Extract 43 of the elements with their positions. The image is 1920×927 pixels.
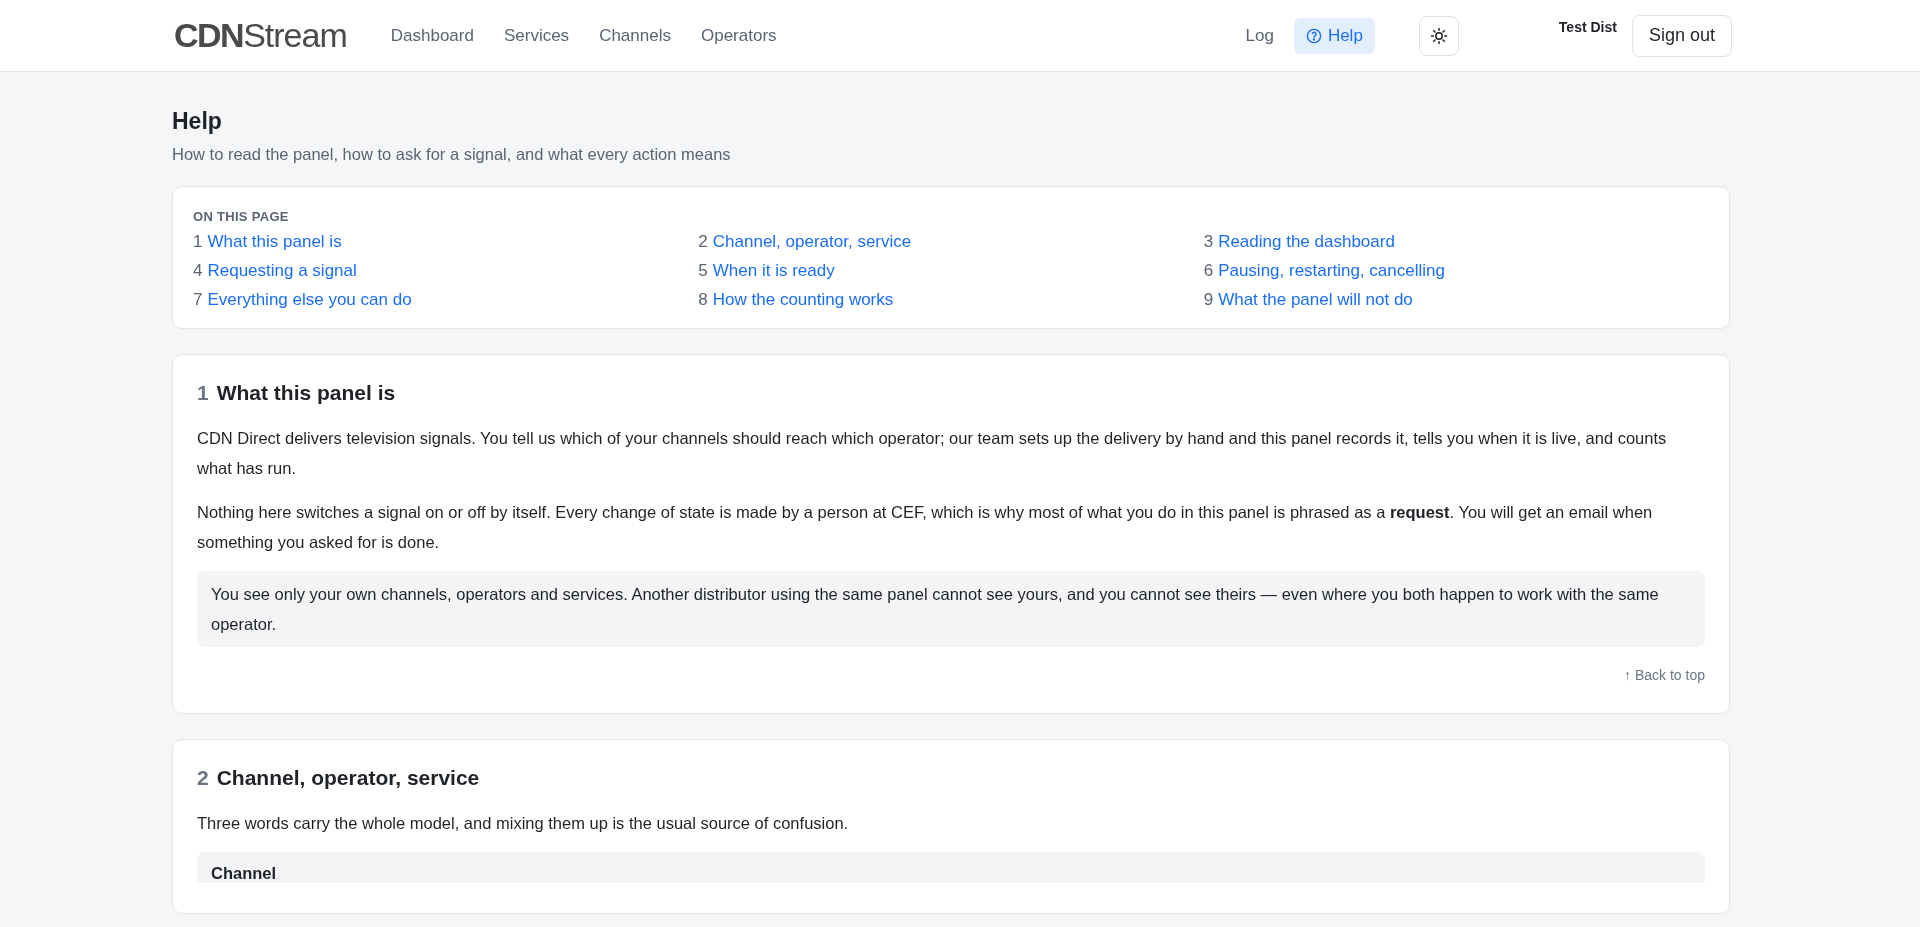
toc-number: 6 xyxy=(1203,261,1214,281)
toc-number: 2 xyxy=(698,232,708,252)
toc-number: 1 xyxy=(193,232,203,252)
toc-number: 3 xyxy=(1203,232,1214,252)
toc-link[interactable]: Everything else you can do xyxy=(207,290,412,310)
toc-link[interactable]: What the panel will not do xyxy=(1218,290,1413,310)
toc-number: 9 xyxy=(1203,290,1214,310)
section-number: 1 xyxy=(197,381,209,405)
nav-link[interactable]: Dashboard xyxy=(390,17,474,54)
nav-link[interactable]: Log xyxy=(1233,17,1286,54)
section-title: Channel, operator, service xyxy=(216,766,480,790)
sun-icon xyxy=(1429,26,1448,45)
toc-link[interactable]: What this panel is xyxy=(207,232,342,252)
toc-link[interactable]: Pausing, restarting, cancelling xyxy=(1218,261,1445,281)
section-number: 2 xyxy=(197,766,209,790)
toc-link[interactable]: How the counting works xyxy=(712,290,894,310)
paragraph: Three words carry the whole model, and mixing them up is the usual source of confusion. xyxy=(197,813,850,834)
nav-link[interactable]: Help xyxy=(1293,17,1375,54)
help-icon xyxy=(1305,27,1322,44)
user-name: Test Dist xyxy=(1558,19,1617,35)
toc-heading: ON THIS PAGE xyxy=(193,209,290,224)
nav-link[interactable]: Services xyxy=(503,17,570,54)
note-box: You see only your own channels, operators and services. Another distributor using the same panel cannot see yours, and you cannot see theirs — even where you both happen to work with the same operator. xyxy=(197,571,1705,647)
toc-number: 8 xyxy=(698,290,708,310)
nav-link[interactable]: Operators xyxy=(700,17,777,54)
sign-out-button[interactable]: Sign out xyxy=(1631,14,1732,57)
page-subtitle: How to read the panel, how to ask for a signal, and what every action means xyxy=(172,145,732,164)
toc-link[interactable]: Channel, operator, service xyxy=(712,232,912,252)
term-box: Channel xyxy=(197,852,1705,883)
page-title: Help xyxy=(172,108,223,135)
toc-link[interactable]: Reading the dashboard xyxy=(1218,232,1395,252)
toc-number: 7 xyxy=(193,290,203,310)
logo[interactable]: CDNStream xyxy=(174,16,347,55)
toc-link[interactable]: When it is ready xyxy=(712,261,835,281)
theme-toggle-button[interactable] xyxy=(1418,15,1459,56)
back-to-top-link[interactable]: ↑ Back to top xyxy=(1624,667,1705,683)
section-title: What this panel is xyxy=(216,381,396,405)
toc-number: 4 xyxy=(193,261,203,281)
paragraph: CDN Direct delivers television signals. You tell us which of your channels should reach which operator; our team sets up the delivery by hand and this panel records it, tells you when it is live, and counts what has run. xyxy=(197,428,1668,479)
toc-number: 5 xyxy=(698,261,708,281)
nav-link[interactable]: Channels xyxy=(599,17,671,54)
paragraph: Nothing here switches a signal on or off by itself. Every change of state is made by a person at CEF, which is why most of what you do in this panel is phrased as a request. You will get an email when something you asked for is done. xyxy=(197,502,1654,553)
toc-link[interactable]: Requesting a signal xyxy=(207,261,357,281)
